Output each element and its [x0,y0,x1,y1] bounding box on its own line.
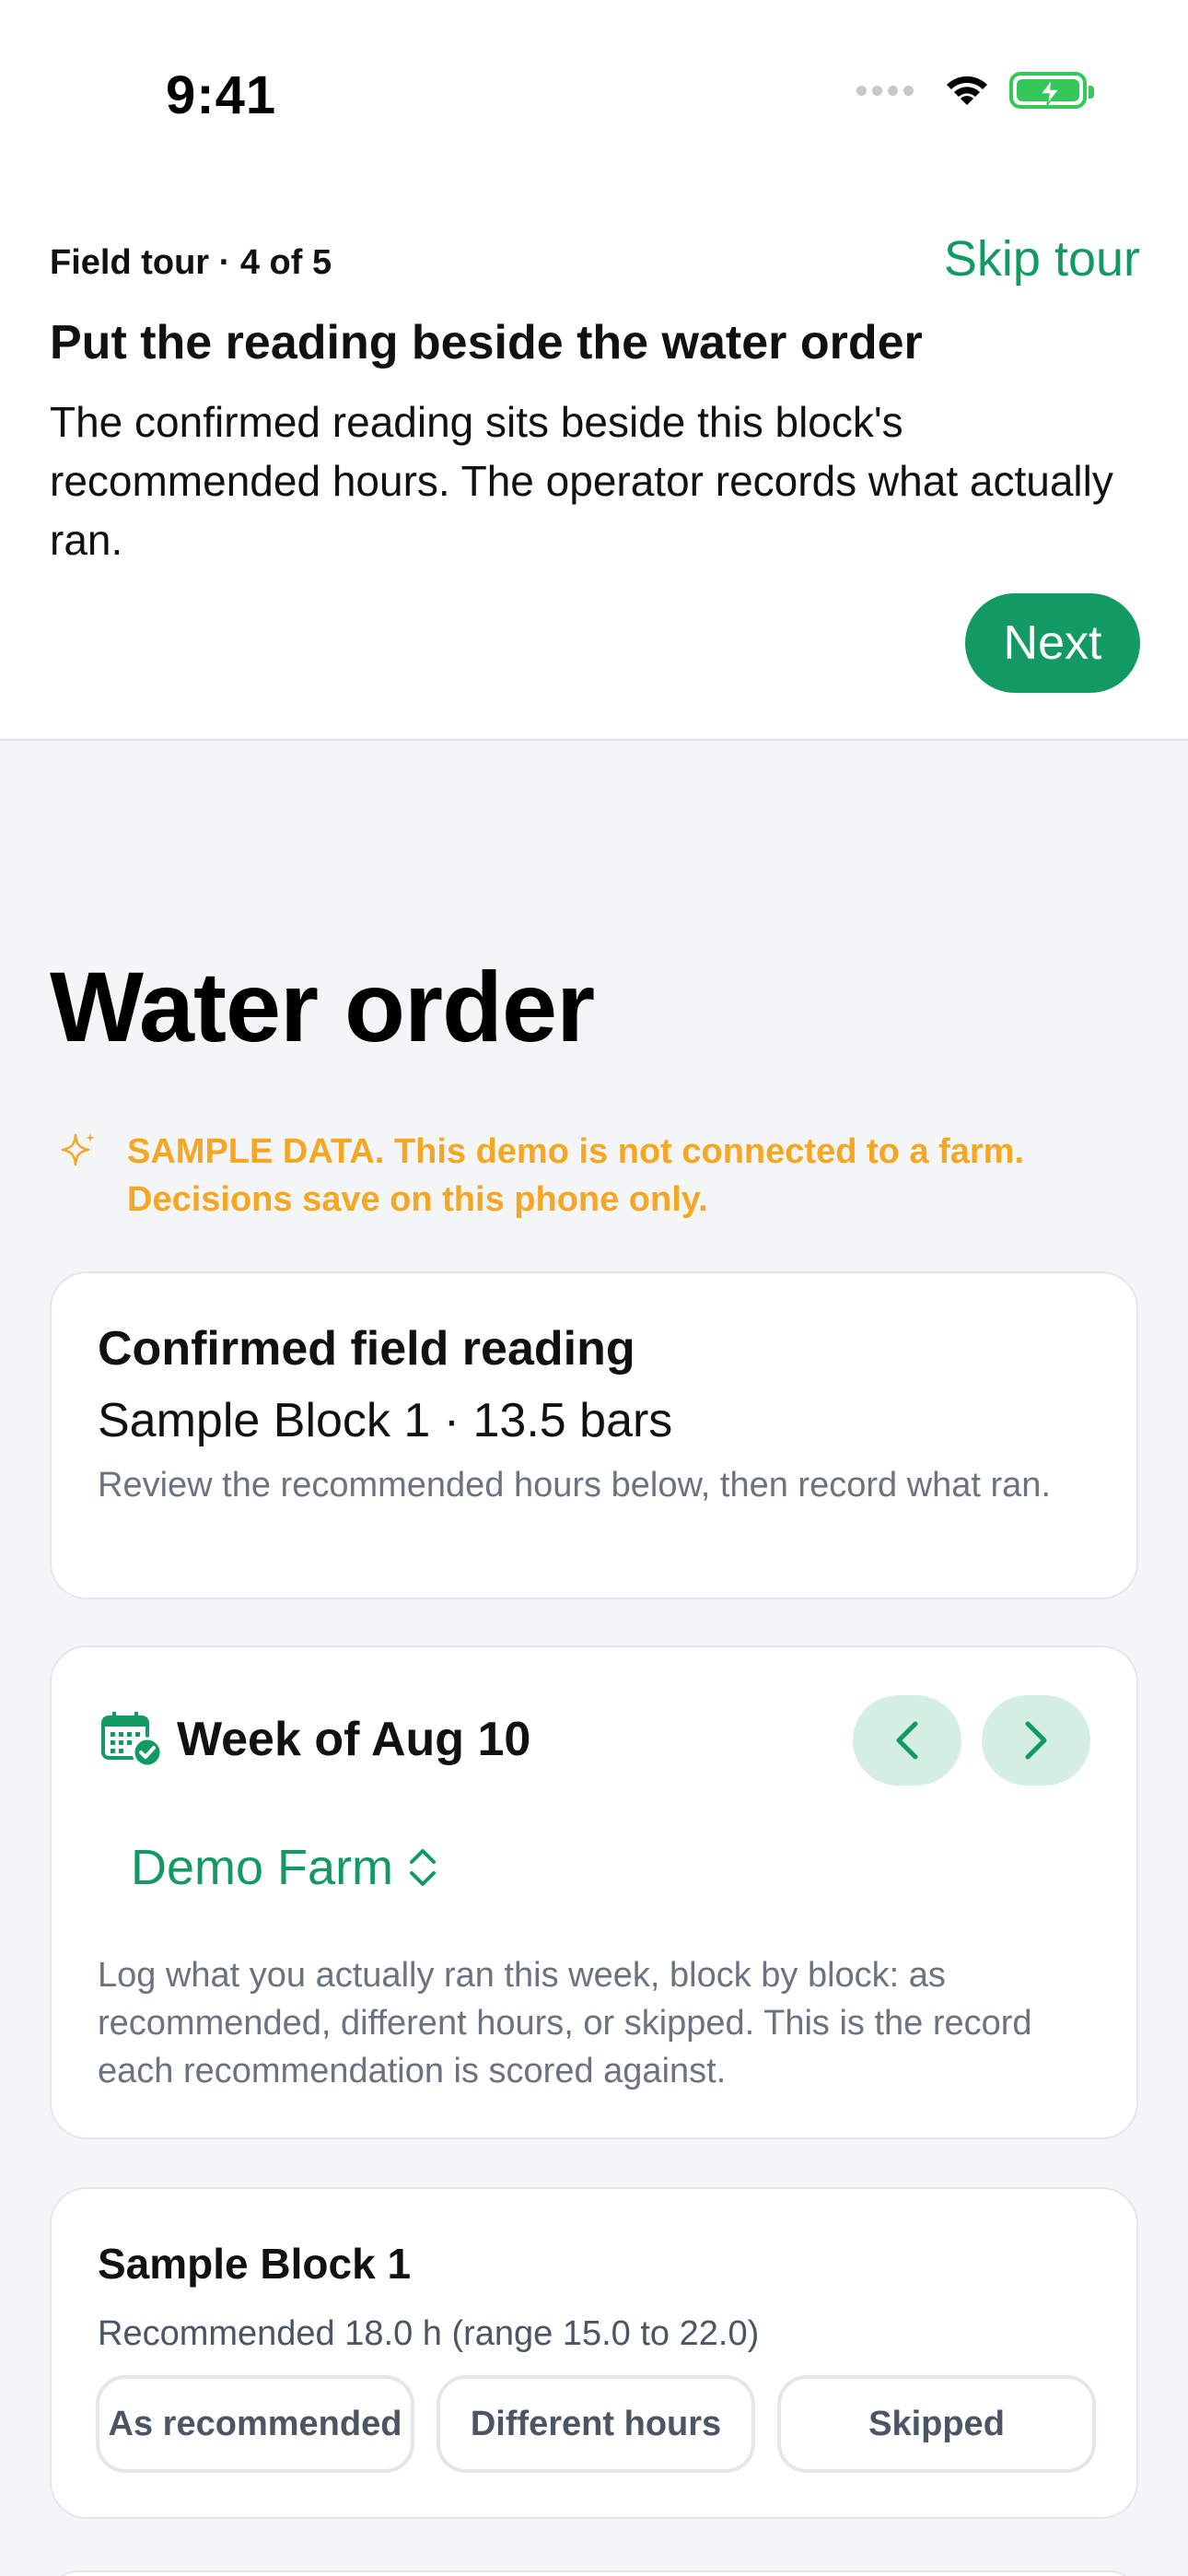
reading-card-title: Confirmed field reading [98,1322,635,1376]
wifi-icon [947,76,987,105]
block-title: Sample Block 1 [98,2240,412,2288]
calendar-check-icon [101,1712,162,1767]
status-bar: 9:41 [0,0,1188,184]
battery-icon [1009,72,1094,109]
skipped-button[interactable]: Skipped [777,2375,1096,2473]
status-indicators [856,72,1094,109]
week-note: Log what you actually ran this week, blo… [98,1956,1032,2090]
next-card-peek [50,2570,1138,2576]
reading-value: Sample Block 1 · 13.5 bars [98,1394,673,1447]
block-recommendation: Recommended 18.0 h (range 15.0 to 22.0) [98,2314,760,2353]
cellular-signal-icon [856,85,914,96]
next-week-button[interactable] [982,1695,1090,1786]
reading-note: Review the recommended hours below, then… [98,1466,1051,1505]
sample-data-text: SAMPLE DATA. This demo is not connected … [127,1132,1025,1219]
previous-week-button[interactable] [853,1695,961,1786]
page-title: Water order [50,951,595,1062]
different-hours-button[interactable]: Different hours [437,2375,755,2473]
as-recommended-button[interactable]: As recommended [96,2375,414,2473]
chevron-right-icon [1025,1721,1047,1760]
tour-body: The confirmed reading sits beside this b… [50,398,1113,564]
confirmed-reading-card: Confirmed field reading Sample Block 1 ·… [50,1271,1138,1599]
chevron-up-down-icon [410,1849,437,1886]
week-title: Week of Aug 10 [177,1713,531,1766]
sparkle-icon [61,1133,95,1166]
next-button[interactable]: Next [965,593,1140,693]
status-time: 9:41 [166,65,277,125]
week-card: Week of Aug 10 Demo Farm Log what you ac… [50,1645,1138,2139]
skip-tour-button[interactable]: Skip tour [944,230,1140,287]
farm-selector-label: Demo Farm [131,1840,394,1895]
chevron-left-icon [896,1721,918,1760]
tour-panel: Field tour · 4 of 5 Skip tour Put the re… [0,184,1188,741]
farm-selector[interactable]: Demo Farm [131,1839,437,1896]
tour-step-indicator: Field tour · 4 of 5 [50,243,332,282]
block-card: Sample Block 1 Recommended 18.0 h (range… [50,2187,1138,2519]
tour-title: Put the reading beside the water order [50,316,923,369]
